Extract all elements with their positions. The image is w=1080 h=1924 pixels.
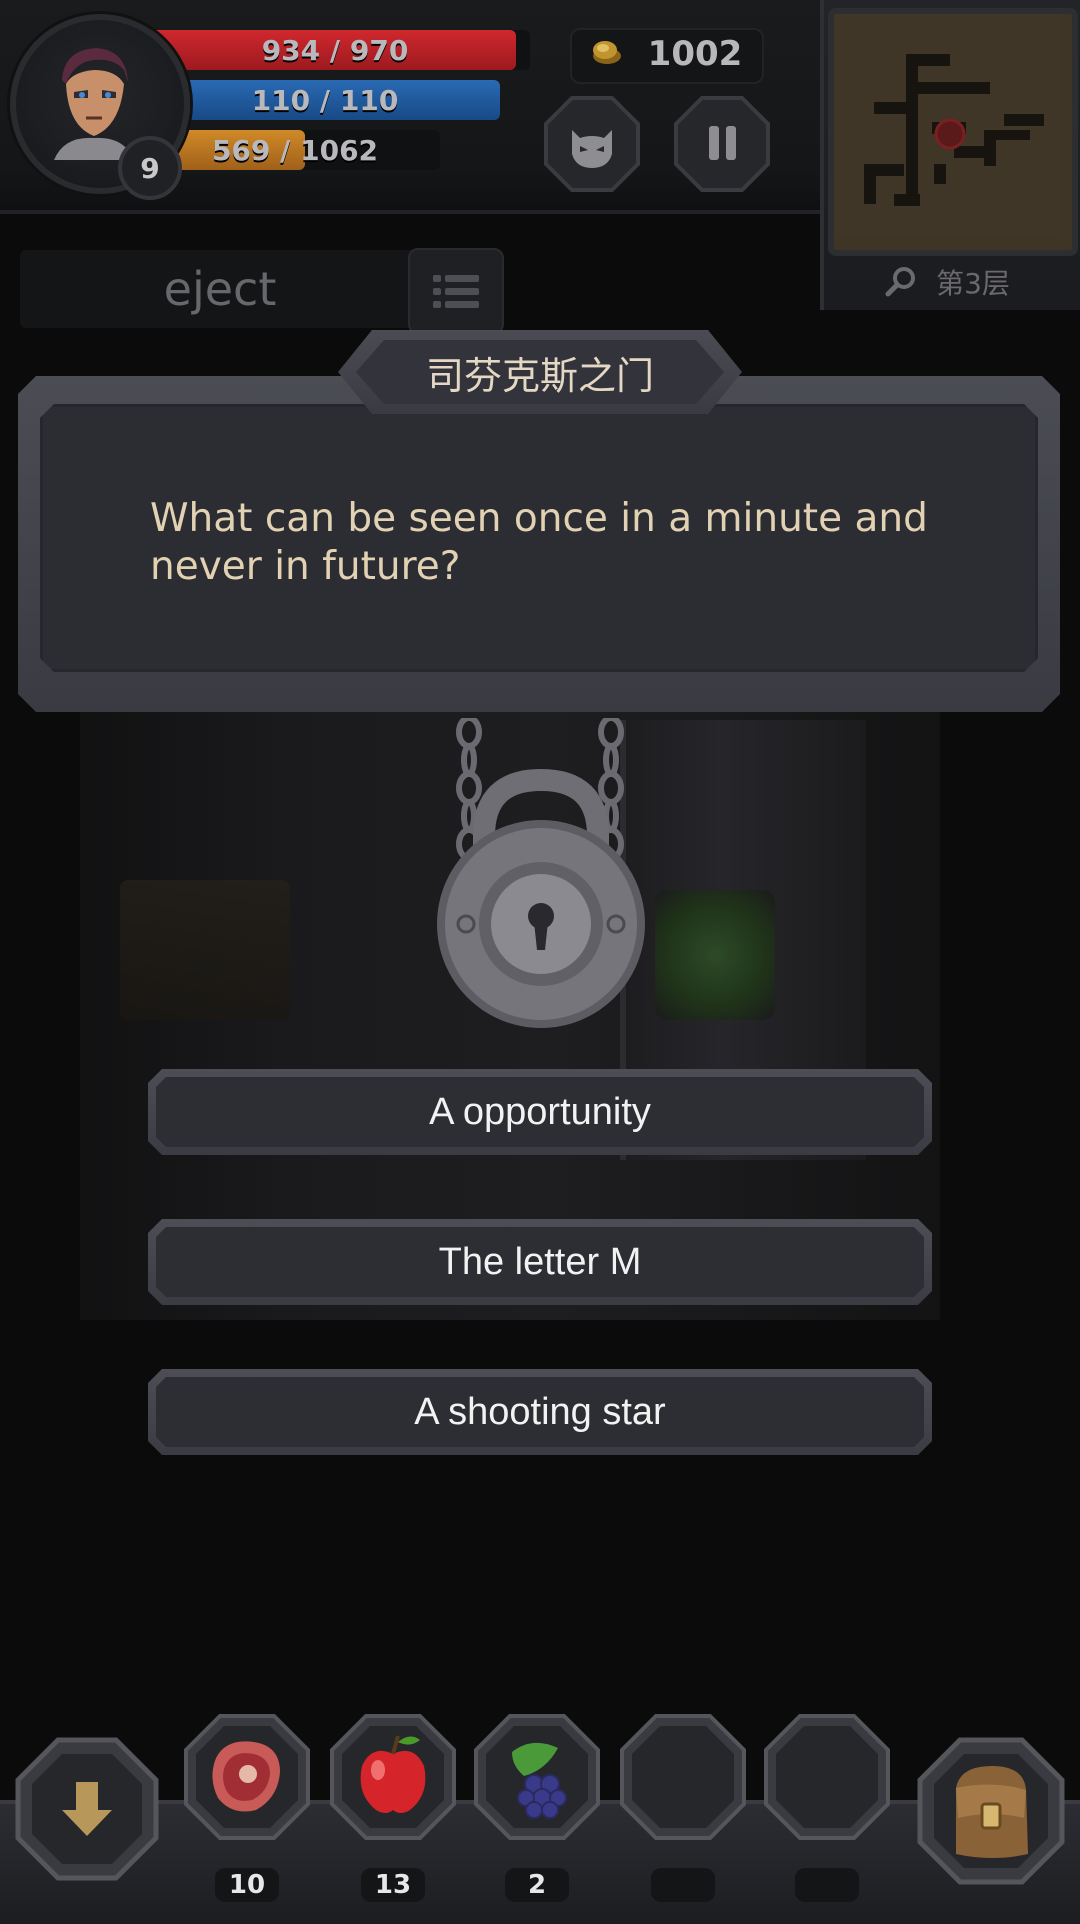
padlock-icon (437, 768, 645, 1028)
pause-icon (674, 96, 770, 192)
inventory-slot-1[interactable] (182, 1712, 312, 1842)
backpack-icon (917, 1737, 1065, 1885)
answer-label: The letter M (156, 1227, 924, 1297)
inventory-slot-2[interactable] (328, 1712, 458, 1842)
maze-map-icon (834, 14, 1060, 238)
item-count-4 (651, 1868, 715, 1902)
hp-bar: 934 / 970 (140, 30, 530, 70)
pause-button[interactable] (672, 94, 772, 194)
grapes-icon (474, 1714, 600, 1840)
xp-bar: 569 / 1062 (150, 130, 440, 170)
monster-icon (544, 96, 640, 192)
meat-icon (184, 1714, 310, 1840)
apple-icon (330, 1714, 456, 1840)
riddle-question: What can be seen once in a minute and ne… (150, 496, 928, 589)
hp-text: 934 / 970 (261, 33, 409, 67)
search-icon (885, 267, 916, 297)
item-count-2: 13 (361, 1868, 425, 1902)
eject-button[interactable]: eject (20, 250, 420, 328)
mp-text: 110 / 110 (251, 83, 399, 117)
answer-button-1[interactable]: A opportunity (148, 1069, 932, 1155)
backpack-button[interactable] (916, 1736, 1066, 1886)
empty-slot-icon (764, 1714, 890, 1840)
dialog-title: 司芬克斯之门 (356, 340, 724, 404)
floor-indicator[interactable]: 第3层 (828, 256, 1066, 308)
mp-bar: 110 / 110 (150, 80, 500, 120)
level-badge: 9 (118, 136, 182, 200)
minimap[interactable] (828, 8, 1078, 256)
empty-slot-icon (620, 1714, 746, 1840)
door-keyplate (655, 890, 775, 1020)
crate-shadow (120, 880, 290, 1020)
item-count-3: 2 (505, 1868, 569, 1902)
answer-label: A opportunity (156, 1077, 924, 1147)
inventory-slot-3[interactable] (472, 1712, 602, 1842)
gold-coin-icon (593, 41, 621, 64)
inventory-slot-4[interactable] (618, 1712, 748, 1842)
floor-label: 第3层 (936, 267, 1010, 300)
menu-list-button[interactable] (408, 248, 504, 334)
inventory-slot-5[interactable] (762, 1712, 892, 1842)
item-count-1: 10 (215, 1868, 279, 1902)
answer-button-3[interactable]: A shooting star (148, 1369, 932, 1455)
xp-text: 569 / 1062 (211, 133, 379, 167)
answer-label: A shooting star (156, 1377, 924, 1447)
gold-amount: 1002 (647, 34, 743, 74)
monster-button[interactable] (542, 94, 642, 194)
hero-portrait-icon (54, 48, 134, 160)
answer-button-2[interactable]: The letter M (148, 1219, 932, 1305)
list-icon (433, 275, 479, 308)
down-arrow-icon (15, 1737, 159, 1881)
item-count-5 (795, 1868, 859, 1902)
descend-button[interactable] (14, 1736, 160, 1882)
